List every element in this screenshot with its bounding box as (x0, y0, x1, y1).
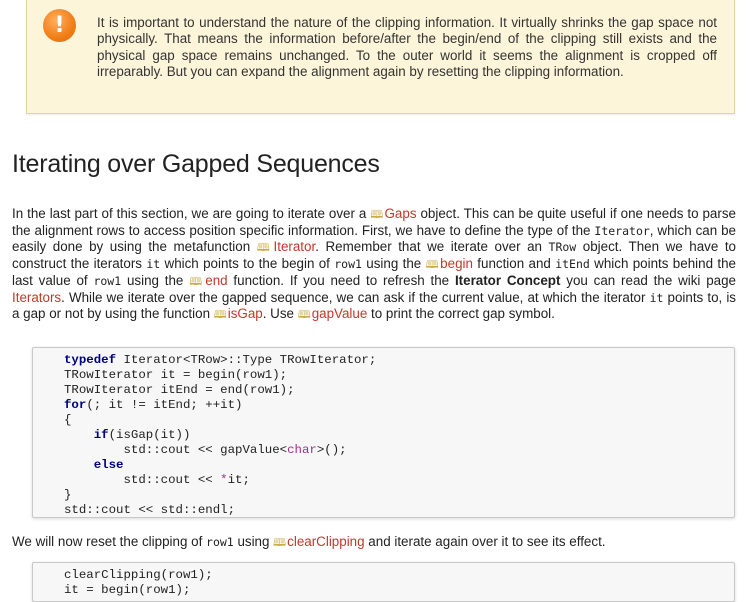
paragraph-iterating: In the last part of this section, we are… (12, 206, 736, 323)
code-line: if(isGap(it)) (64, 428, 734, 443)
bold-text: Iterator Concept (454, 273, 561, 288)
code-line: else (64, 458, 734, 473)
section-heading: Iterating over Gapped Sequences (12, 150, 380, 178)
text: you can read the wiki page (560, 273, 736, 288)
code-type: char (287, 443, 317, 457)
code-block-reset[interactable]: clearClipping(row1); it = begin(row1); (32, 562, 735, 602)
code-text: >(); (316, 443, 347, 457)
code-keyword: for (64, 398, 87, 412)
code-block-iterate[interactable]: typedef Iterator<TRow>::Type TRowIterato… (32, 347, 735, 518)
code-line: TRowIterator it = begin(row1); (64, 368, 288, 382)
code-keyword: else (93, 458, 124, 472)
text: We will now reset the clipping of (12, 534, 207, 549)
exclamation-icon: ! (43, 9, 76, 42)
code-line: { (64, 413, 72, 427)
inline-code: row1 (206, 535, 234, 549)
inline-code: row1 (334, 257, 362, 271)
link-gapvalue[interactable]: gapValue (312, 306, 368, 321)
book-icon: 🕮 (189, 275, 205, 288)
book-icon: 🕮 (213, 308, 227, 321)
text: to print the correct gap symbol. (367, 306, 555, 321)
text: In the last part of this section, we are… (12, 206, 371, 221)
inline-code: itEnd (555, 257, 590, 271)
link-begin[interactable]: begin (440, 256, 473, 271)
inline-code: it (146, 257, 161, 271)
text: . While we iterate over the gapped seque… (61, 290, 650, 305)
code-text: Iterator<TRow>::Type TRowIterator; (116, 353, 377, 367)
text: function and (472, 256, 556, 271)
text: and iterate again over it to see its eff… (364, 534, 606, 549)
inline-code: row1 (93, 274, 122, 288)
text: using the (361, 256, 426, 271)
code-line: std::cout << std::endl; (64, 503, 236, 517)
code-keyword: if (93, 428, 109, 442)
code-text: std::cout << (123, 473, 221, 487)
text: using the (121, 273, 190, 288)
code-line: for(; it != itEnd; ++it) (64, 398, 734, 413)
link-isgap[interactable]: isGap (228, 306, 263, 321)
warning-text: It is important to understand the nature… (97, 15, 717, 80)
book-icon: 🕮 (297, 308, 311, 321)
code-text: std::cout << gapValue< (123, 443, 288, 457)
book-icon: 🕮 (273, 536, 287, 549)
link-end[interactable]: end (205, 273, 227, 288)
book-icon: 🕮 (370, 208, 384, 221)
text: . Remember that we iterate over an (315, 239, 549, 254)
code-line: std::cout << gapValue<char>(); (64, 443, 734, 458)
warning-box: ! It is important to understand the natu… (26, 0, 735, 114)
code-text: (isGap(it)) (108, 428, 191, 442)
text: . Use (262, 306, 298, 321)
inline-code: TRow (548, 240, 577, 254)
link-clearclipping[interactable]: clearClipping (287, 534, 364, 549)
text: which points to the begin of (160, 256, 335, 271)
paragraph-reset: We will now reset the clipping of row1 u… (12, 534, 736, 551)
link-iterator[interactable]: Iterator (274, 239, 316, 254)
code-line: TRowIterator itEnd = end(row1); (64, 383, 295, 397)
code-line: } (64, 488, 72, 502)
code-text: it; (227, 473, 250, 487)
code-line: it = begin(row1); (64, 583, 191, 597)
code-keyword: typedef (64, 353, 117, 367)
inline-code: Iterator (594, 224, 650, 238)
inline-code: it (649, 291, 664, 305)
code-text: (; it != itEnd; ++it) (86, 398, 243, 412)
text: function. If you need to refresh the (227, 273, 455, 288)
link-iterators[interactable]: Iterators (12, 290, 61, 305)
book-icon: 🕮 (425, 258, 440, 271)
code-operator: * (220, 473, 228, 487)
link-gaps[interactable]: Gaps (385, 206, 417, 221)
code-line: clearClipping(row1); (64, 568, 213, 582)
code-line: typedef Iterator<TRow>::Type TRowIterato… (64, 353, 734, 368)
book-icon: 🕮 (256, 241, 273, 254)
code-line: std::cout << *it; (64, 473, 734, 488)
text: using (233, 534, 274, 549)
